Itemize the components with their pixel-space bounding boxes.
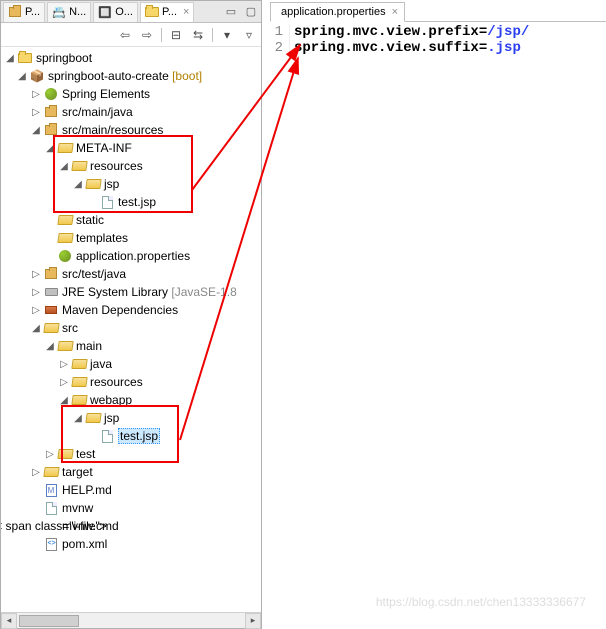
property-key: spring.mvc.view.prefix= xyxy=(294,24,487,40)
node-resources-2[interactable]: ▷resources xyxy=(1,373,261,391)
property-key: spring.mvc.view.suffix= xyxy=(294,40,487,56)
node-label: test.jsp xyxy=(118,195,156,209)
node-label: src xyxy=(62,321,78,335)
property-value: .jsp xyxy=(487,40,521,56)
node-src[interactable]: ◢src xyxy=(1,319,261,337)
editor-tab-label: application.properties xyxy=(281,6,386,18)
node-label: Spring Elements xyxy=(62,87,150,101)
node-mvnw-cmd[interactable]: ▷< span class="i-file">mvnw.cmd xyxy=(1,517,261,535)
node-project[interactable]: ◢📦springboot-auto-create [boot] xyxy=(1,67,261,85)
node-main[interactable]: ◢main xyxy=(1,337,261,355)
node-label: application.properties xyxy=(76,249,190,263)
project-tree[interactable]: ◢springboot ◢📦springboot-auto-create [bo… xyxy=(1,47,261,612)
editor-tab-application-properties[interactable]: application.properties × xyxy=(270,2,405,22)
tab-label: O... xyxy=(115,6,133,18)
project-explorer-panel: P... 📇N... 🔲O... P... × ▭ ▢ ⇦ ⇨ ⊟ ⇆ ▾ ▿ ◢… xyxy=(0,0,262,629)
node-java[interactable]: ▷java xyxy=(1,355,261,373)
node-label: templates xyxy=(76,231,128,245)
node-spring-elements[interactable]: ▷Spring Elements xyxy=(1,85,261,103)
tab-label: N... xyxy=(69,6,86,18)
tab-label: P... xyxy=(162,6,177,18)
node-label: springboot xyxy=(36,51,92,65)
view-tab-package[interactable]: P... xyxy=(3,2,45,22)
back-icon[interactable]: ⇦ xyxy=(117,27,133,43)
node-label: resources xyxy=(90,159,143,173)
node-label: webapp xyxy=(90,393,132,407)
node-label: src/main/java xyxy=(62,105,133,119)
filter-icon[interactable]: ▾ xyxy=(219,27,235,43)
maximize-icon[interactable]: ▢ xyxy=(243,4,259,20)
node-resources[interactable]: ◢resources xyxy=(1,157,261,175)
node-target[interactable]: ▷target xyxy=(1,463,261,481)
node-templates[interactable]: ▷templates xyxy=(1,229,261,247)
node-webapp[interactable]: ◢webapp xyxy=(1,391,261,409)
link-editor-icon[interactable]: ⇆ xyxy=(190,27,206,43)
explorer-toolbar: ⇦ ⇨ ⊟ ⇆ ▾ ▿ xyxy=(1,23,261,47)
node-jre[interactable]: ▷JRE System Library [JavaSE-1.8 xyxy=(1,283,261,301)
view-menu-icon[interactable]: ▿ xyxy=(241,27,257,43)
node-src-main-resources[interactable]: ◢src/main/resources xyxy=(1,121,261,139)
node-label: src/main/resources xyxy=(62,123,163,137)
node-maven-deps[interactable]: ▷Maven Dependencies xyxy=(1,301,261,319)
view-tab-outline[interactable]: 🔲O... xyxy=(93,2,138,22)
node-label: mvnw.cmd xyxy=(62,519,119,533)
node-label: springboot-auto-create xyxy=(48,69,169,83)
scroll-left-icon[interactable]: ◂ xyxy=(1,613,17,629)
view-tab-bar: P... 📇N... 🔲O... P... × ▭ ▢ xyxy=(1,1,261,23)
close-icon[interactable]: × xyxy=(392,6,398,18)
tab-label: P... xyxy=(25,6,40,18)
node-label: target xyxy=(62,465,93,479)
node-label: Maven Dependencies xyxy=(62,303,178,317)
node-meta-inf[interactable]: ◢META-INF xyxy=(1,139,261,157)
property-value: /jsp/ xyxy=(487,24,529,40)
node-src-test-java[interactable]: ▷src/test/java xyxy=(1,265,261,283)
node-pom[interactable]: ▷pom.xml xyxy=(1,535,261,553)
node-test[interactable]: ▷test xyxy=(1,445,261,463)
node-label: mvnw xyxy=(62,501,93,515)
node-static[interactable]: ▷static xyxy=(1,211,261,229)
code-editor[interactable]: 1 spring.mvc.view.prefix=/jsp/ 2 spring.… xyxy=(270,22,606,629)
horizontal-scrollbar[interactable]: ◂ ▸ xyxy=(1,612,261,628)
node-help[interactable]: ▷MHELP.md xyxy=(1,481,261,499)
node-test-jsp-1[interactable]: ▷test.jsp xyxy=(1,193,261,211)
minimize-icon[interactable]: ▭ xyxy=(223,4,239,20)
node-test-jsp-2[interactable]: ▷test.jsp xyxy=(1,427,261,445)
watermark-text: https://blog.csdn.net/chen13333336677 xyxy=(376,595,586,609)
editor-panel: application.properties × 1 spring.mvc.vi… xyxy=(270,0,606,629)
view-tab-navigator[interactable]: 📇N... xyxy=(47,2,91,22)
line-number: 2 xyxy=(270,40,290,56)
node-label: static xyxy=(76,213,104,227)
node-mvnw[interactable]: ▷mvnw xyxy=(1,499,261,517)
node-app-props[interactable]: ▷application.properties xyxy=(1,247,261,265)
node-jsp-2[interactable]: ◢jsp xyxy=(1,409,261,427)
node-label: resources xyxy=(90,375,143,389)
node-label: pom.xml xyxy=(62,537,107,551)
view-tab-project-explorer[interactable]: P... × xyxy=(140,2,195,22)
node-label: META-INF xyxy=(76,141,132,155)
node-label: test.jsp xyxy=(118,428,160,444)
node-label: src/test/java xyxy=(62,267,126,281)
node-label: java xyxy=(90,357,112,371)
node-label: main xyxy=(76,339,102,353)
collapse-all-icon[interactable]: ⊟ xyxy=(168,27,184,43)
node-src-main-java[interactable]: ▷src/main/java xyxy=(1,103,261,121)
line-number: 1 xyxy=(270,24,290,40)
scroll-right-icon[interactable]: ▸ xyxy=(245,613,261,629)
node-root[interactable]: ◢springboot xyxy=(1,49,261,67)
forward-icon[interactable]: ⇨ xyxy=(139,27,155,43)
close-icon[interactable]: × xyxy=(183,6,189,18)
editor-tab-bar: application.properties × xyxy=(270,0,606,22)
scroll-thumb[interactable] xyxy=(19,615,79,627)
node-label: jsp xyxy=(104,177,119,191)
node-label: JRE System Library xyxy=(62,285,168,299)
node-label: jsp xyxy=(104,411,119,425)
node-jsp[interactable]: ◢jsp xyxy=(1,175,261,193)
node-label: HELP.md xyxy=(62,483,112,497)
node-decoration: [boot] xyxy=(172,69,202,83)
node-decoration: [JavaSE-1.8 xyxy=(171,285,236,299)
node-label: test xyxy=(76,447,95,461)
